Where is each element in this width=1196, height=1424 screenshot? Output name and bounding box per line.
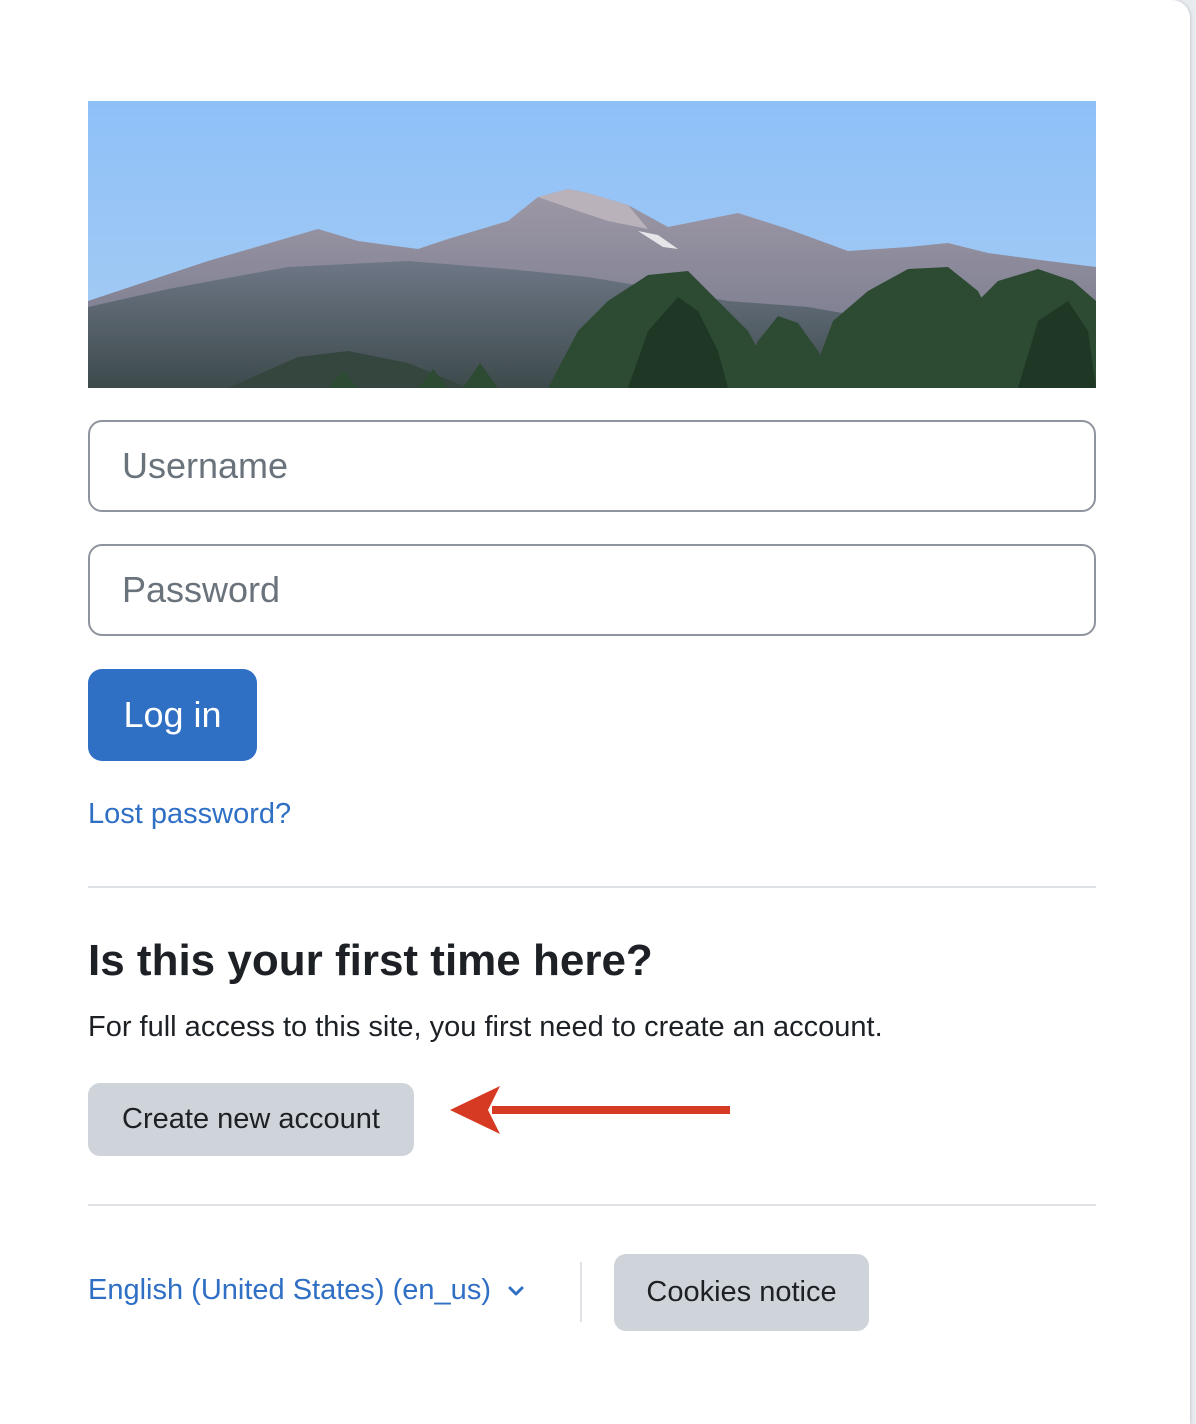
password-input[interactable] (88, 544, 1096, 636)
signup-info-text: For full access to this site, you first … (88, 1011, 883, 1043)
chevron-down-icon (507, 1282, 525, 1300)
lost-password-link[interactable]: Lost password? (88, 798, 291, 831)
cookies-notice-button[interactable]: Cookies notice (614, 1254, 869, 1331)
create-account-button[interactable]: Create new account (88, 1083, 414, 1156)
language-label: English (United States) (en_us) (88, 1274, 491, 1306)
footer-divider (88, 1204, 1096, 1206)
section-divider (88, 886, 1096, 888)
mountain-banner-image (88, 101, 1096, 388)
login-button[interactable]: Log in (88, 669, 257, 761)
footer-separator (580, 1262, 582, 1322)
red-arrow-annotation (450, 1086, 730, 1134)
login-card: Log in Lost password? Is this your first… (0, 0, 1190, 1424)
username-input[interactable] (88, 420, 1096, 512)
language-selector[interactable]: English (United States) (en_us) (88, 1274, 525, 1307)
signup-heading: Is this your first time here? (88, 936, 653, 985)
